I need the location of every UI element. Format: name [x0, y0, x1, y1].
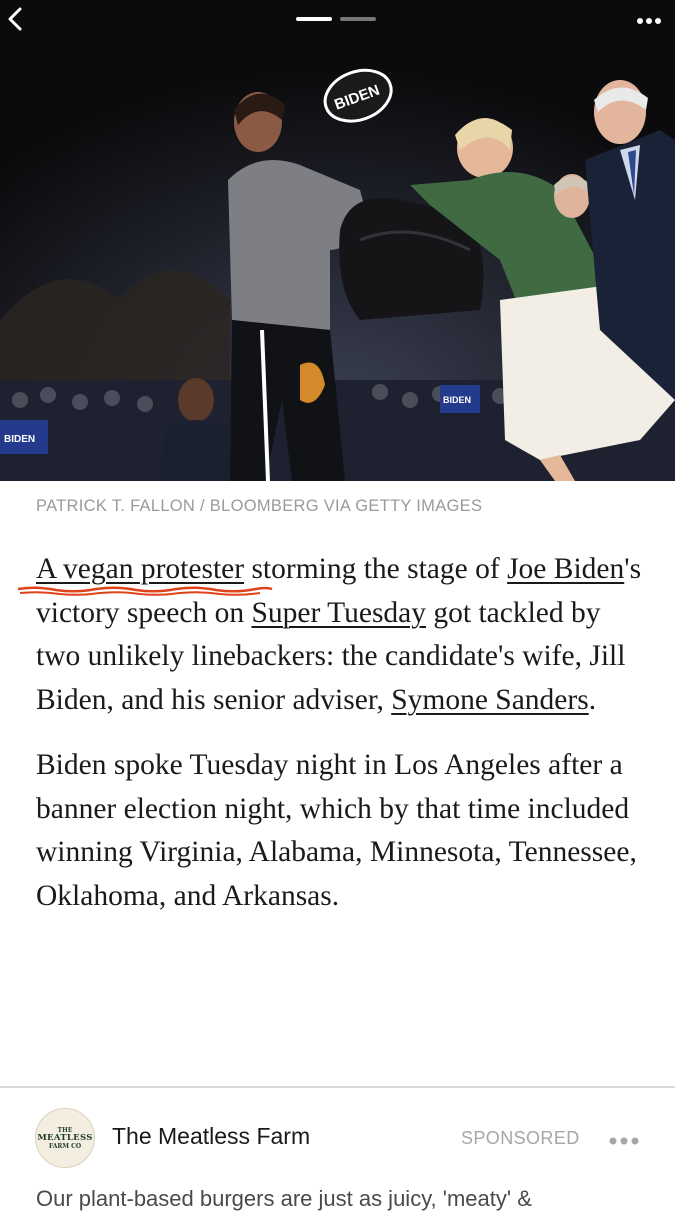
photo-pager[interactable]: [296, 17, 376, 21]
more-options-button[interactable]: [635, 12, 663, 30]
sponsored-label: SPONSORED: [461, 1128, 580, 1148]
p1-text-1: storming the stage of: [244, 553, 508, 585]
sponsored-ad[interactable]: THE MEATLESS FARM CO The Meatless Farm S…: [0, 1088, 675, 1211]
photo-credit: PATRICK T. FALLON / BLOOMBERG VIA GETTY …: [36, 497, 483, 515]
ad-copy[interactable]: Our plant-based burgers are just as juic…: [36, 1186, 656, 1212]
link-joe-biden[interactable]: Joe Biden: [507, 553, 624, 585]
link-super-tuesday[interactable]: Super Tuesday: [251, 597, 426, 629]
advertiser-logo[interactable]: THE MEATLESS FARM CO: [35, 1108, 95, 1168]
crowd-sign-2: BIDEN: [443, 395, 471, 405]
pager-dot-inactive[interactable]: [340, 17, 376, 21]
link-vegan-protester[interactable]: A vegan protester: [36, 553, 244, 585]
logo-text-farm: FARM CO: [48, 1142, 82, 1150]
advertiser-name[interactable]: The Meatless Farm: [112, 1123, 310, 1150]
logo-text-meatless: MEATLESS: [37, 1132, 93, 1143]
link-symone-sanders[interactable]: Symone Sanders: [391, 684, 588, 716]
pager-dot-active[interactable]: [296, 17, 332, 21]
p1-text-4: .: [588, 683, 597, 716]
ellipsis-horizontal-icon: [609, 1137, 639, 1145]
ellipsis-horizontal-icon: [637, 18, 661, 24]
ad-more-button[interactable]: [608, 1133, 640, 1151]
article-photo[interactable]: BIDEN BIDEN BIDEN: [0, 0, 675, 481]
paragraph-2: Biden spoke Tuesday night in Los Angeles…: [36, 749, 637, 912]
crowd-sign-1: BIDEN: [4, 434, 35, 445]
photo-illustration: BIDEN BIDEN BIDEN: [0, 0, 675, 481]
article-body: A vegan protester storming the stage of …: [36, 548, 646, 940]
back-button[interactable]: [6, 6, 36, 36]
paragraph-1: A vegan protester storming the stage of …: [36, 548, 646, 722]
chevron-left-icon: [8, 7, 22, 31]
